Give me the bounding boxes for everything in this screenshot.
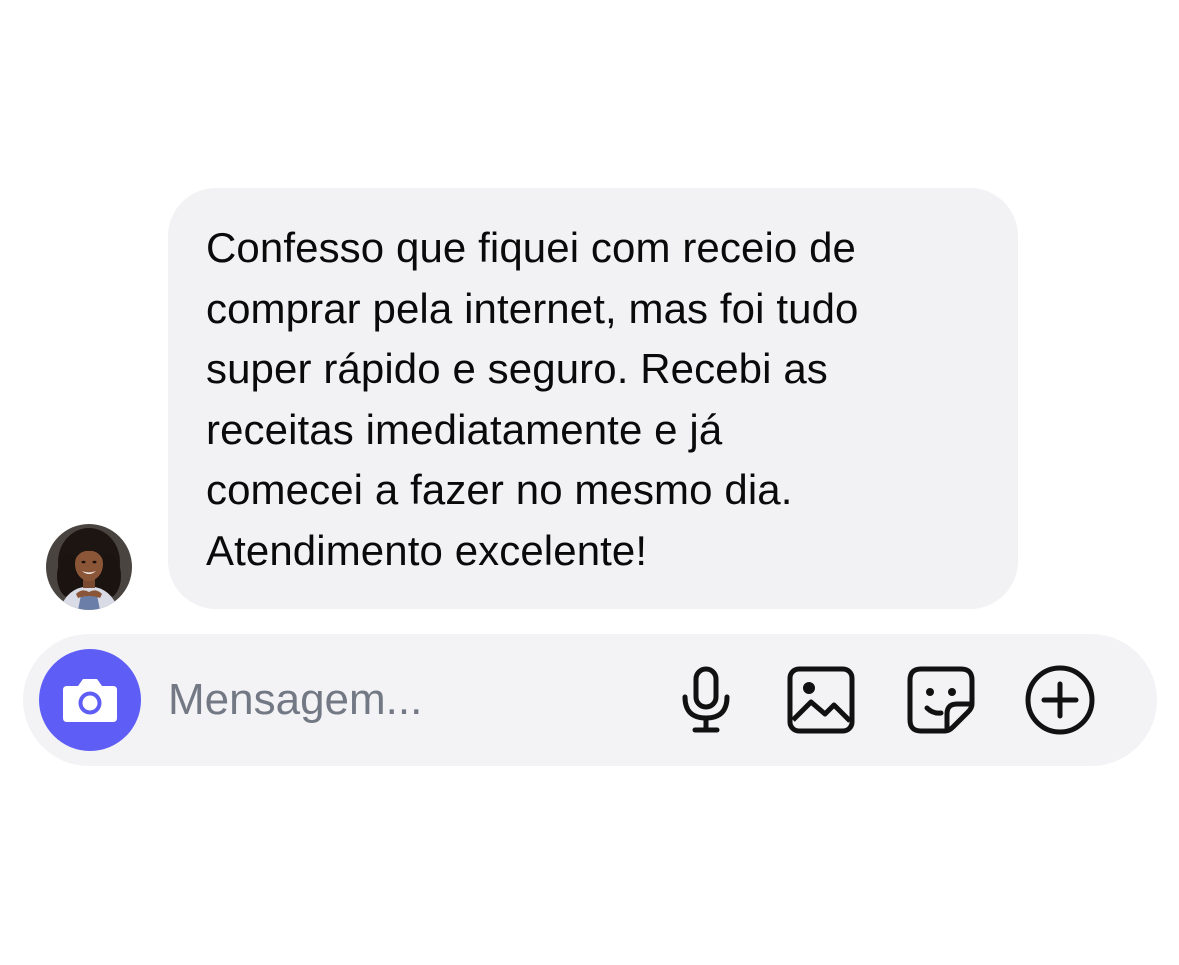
message-composer — [23, 634, 1157, 766]
message-input[interactable] — [168, 672, 638, 728]
plus-circle-icon — [1025, 665, 1095, 735]
voice-message-button[interactable] — [670, 664, 742, 736]
message-text: Confesso que fiquei com receio de compra… — [206, 224, 859, 574]
more-options-button[interactable] — [1024, 664, 1096, 736]
sender-avatar[interactable] — [46, 524, 132, 610]
microphone-icon — [682, 666, 730, 733]
sticker-icon — [907, 666, 975, 734]
gallery-button[interactable] — [785, 664, 857, 736]
camera-button[interactable] — [39, 649, 141, 751]
camera-icon — [63, 679, 117, 722]
avatar-portrait-icon — [46, 524, 132, 610]
message-bubble[interactable]: Confesso que fiquei com receio de compra… — [168, 188, 1018, 609]
image-icon — [787, 666, 855, 734]
sticker-button[interactable] — [905, 664, 977, 736]
incoming-message-row: Confesso que fiquei com receio de compra… — [0, 0, 1179, 620]
